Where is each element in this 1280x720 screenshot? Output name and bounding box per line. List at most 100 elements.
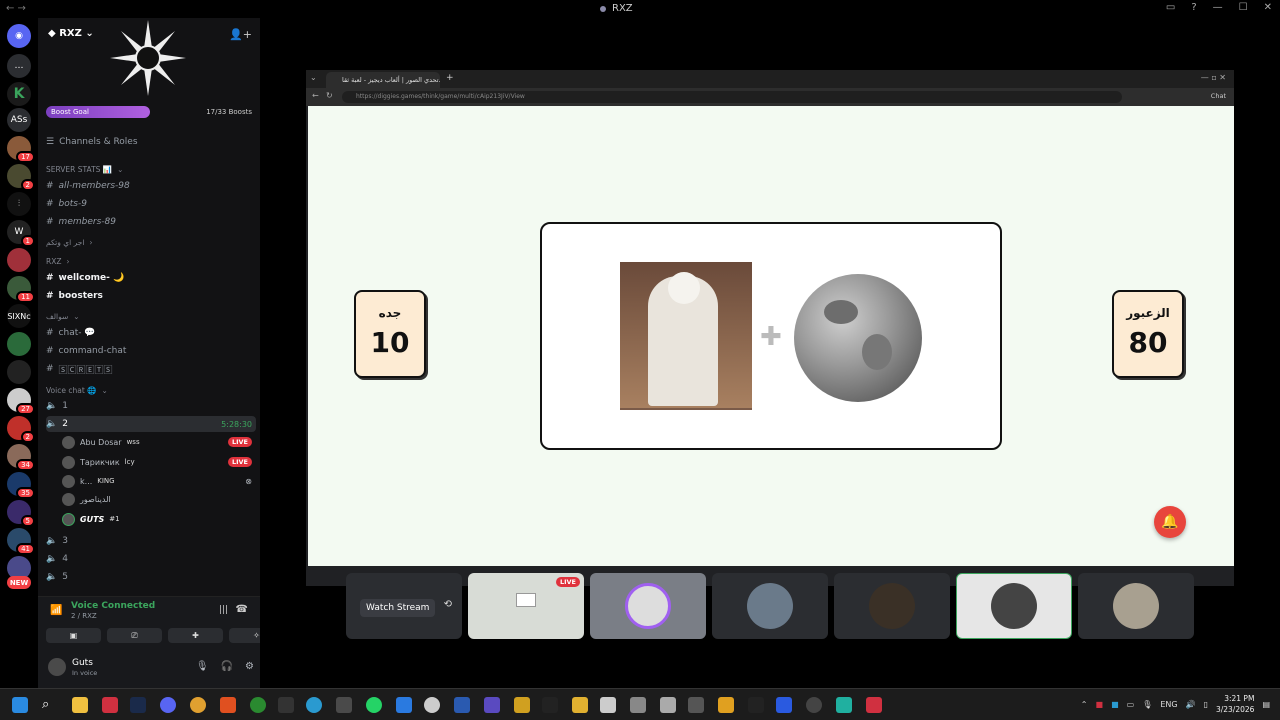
voice-channel-4[interactable]: 🔈 4 — [46, 551, 256, 567]
channel-boosters[interactable]: # boosters — [46, 288, 256, 304]
server-sixnc-icon[interactable]: SIXNc — [7, 304, 31, 328]
server-icon-10[interactable]: 2 — [7, 416, 35, 443]
notification-bell-icon[interactable]: 🔔 — [1154, 506, 1186, 538]
participant-tile[interactable] — [956, 573, 1072, 639]
server-icon-4[interactable]: W1 — [7, 220, 35, 247]
server-icon-7[interactable] — [7, 332, 31, 356]
voice-connected-title[interactable]: Voice Connected — [71, 601, 155, 611]
window-controls-icon[interactable]: — ▫ ✕ — [1201, 73, 1226, 82]
participant-tile[interactable] — [834, 573, 950, 639]
minimize-icon[interactable]: — — [1213, 2, 1223, 13]
capcut-icon[interactable] — [748, 697, 764, 713]
app-icon[interactable] — [572, 697, 588, 713]
app-icon[interactable] — [102, 697, 118, 713]
activities-button[interactable]: ✚ — [168, 628, 223, 643]
clock[interactable]: 3:21 PM 3/23/2026 — [1216, 693, 1254, 715]
server-ass-icon[interactable]: ASs — [7, 108, 31, 132]
server-icon-3[interactable]: ⫶ — [7, 192, 31, 216]
volume-icon[interactable]: 🔊 — [1186, 700, 1196, 709]
epic-games-icon[interactable] — [278, 697, 294, 713]
app-tray-icon[interactable]: ▭ — [1127, 700, 1135, 709]
server-icon-5[interactable] — [7, 248, 31, 272]
noise-icon[interactable]: ||| — [219, 605, 228, 615]
capcut-icon[interactable] — [542, 697, 558, 713]
server-icon-12[interactable]: 35 — [7, 472, 35, 499]
category-arabic-1[interactable]: اجر اي وتكم › — [46, 234, 256, 250]
app-tray-icon[interactable]: ■ — [1111, 700, 1119, 709]
microphone-icon[interactable]: 🎙 — [1142, 700, 1152, 709]
participant-tile[interactable] — [712, 573, 828, 639]
category-arabic-2[interactable]: سوالف ⌄ — [46, 308, 256, 324]
user-panel[interactable]: Guts In voice 🎙 🎧 ⚙ — [46, 655, 256, 681]
app-icon[interactable] — [514, 697, 530, 713]
app-icon[interactable] — [836, 697, 852, 713]
voice-user[interactable]: k... KING ⊗ — [62, 472, 252, 490]
url-field[interactable]: https://diggies.games/think/game/multi/c… — [342, 91, 1122, 103]
channel-all-members[interactable]: # all-members-98 — [46, 178, 256, 194]
voice-channel-2[interactable]: 🔈 2 5:28:30 — [46, 416, 256, 432]
edge-icon[interactable] — [306, 697, 322, 713]
copilot-chat-button[interactable]: Chat — [1211, 92, 1226, 100]
help-icon[interactable]: ? — [1191, 2, 1196, 13]
app-icon[interactable] — [600, 697, 616, 713]
microphone-icon[interactable]: 🎙 — [196, 661, 209, 672]
voice-channel-3[interactable]: 🔈 3 — [46, 533, 256, 549]
add-user-icon[interactable]: 👤+ — [229, 28, 252, 41]
dm-icon[interactable]: … — [7, 54, 31, 78]
maximize-icon[interactable]: ☐ — [1239, 2, 1248, 13]
stream-preview-icon[interactable]: ⟲ — [444, 599, 452, 610]
battery-icon[interactable]: ▯ — [1204, 700, 1208, 709]
new-tab-icon[interactable]: + — [446, 73, 454, 83]
voice-user[interactable]: Тарикчик lcy LIVE — [62, 453, 252, 471]
back-forward-icon[interactable]: ← → — [6, 3, 26, 14]
voice-channel-5[interactable]: 🔈 5 — [46, 569, 256, 585]
server-icon-8[interactable] — [7, 360, 31, 384]
voice-channel-path[interactable]: 2 / RXZ — [71, 612, 97, 620]
participant-tile[interactable] — [1078, 573, 1194, 639]
file-explorer-icon[interactable] — [72, 697, 88, 713]
boost-goal[interactable]: Boost Goal 17/33 Boosts — [46, 106, 252, 118]
app-icon[interactable] — [424, 697, 440, 713]
voice-channel-1[interactable]: 🔈 1 — [46, 398, 256, 414]
new-badge[interactable]: NEW — [7, 576, 31, 589]
channel-chat[interactable]: # chat- 💬 — [46, 325, 256, 341]
server-header[interactable]: ◆ RXZ ⌄ 👤+ Boost Goal 17/33 Boosts — [38, 18, 260, 128]
signal-icon[interactable]: 📶 — [50, 605, 62, 616]
participant-tile[interactable] — [590, 573, 706, 639]
server-icon-11[interactable]: 34 — [7, 444, 35, 471]
server-k-icon[interactable]: K — [7, 82, 31, 106]
app-icon[interactable] — [866, 697, 882, 713]
server-icon-14[interactable]: 41 — [7, 528, 35, 555]
browser-tab[interactable]: تحدي الصور | ألعاب ديجيز - لعبة ثقا... — [326, 72, 440, 88]
channel-secrets[interactable]: # 🅂🄲🅁🄴🅃🅂 — [46, 361, 256, 377]
server-icon-6[interactable]: 11 — [7, 276, 35, 303]
server-name[interactable]: ◆ RXZ ⌄ — [48, 28, 94, 39]
channel-wellcome[interactable]: # wellcome- 🌙 — [46, 270, 256, 286]
xbox-icon[interactable] — [250, 697, 266, 713]
channel-members[interactable]: # members-89 — [46, 214, 256, 230]
inbox-icon[interactable]: ▭ — [1166, 2, 1175, 13]
store-icon[interactable] — [336, 697, 352, 713]
app-icon[interactable] — [396, 697, 412, 713]
close-icon[interactable]: ✕ — [1264, 2, 1272, 13]
channel-bots[interactable]: # bots-9 — [46, 196, 256, 212]
search-icon[interactable]: ⌕ — [42, 697, 58, 713]
watch-stream-tile[interactable]: Watch Stream ⟲ — [346, 573, 462, 639]
server-icon-13[interactable]: 5 — [7, 500, 35, 527]
brave-icon[interactable] — [220, 697, 236, 713]
app-tray-icon[interactable]: ■ — [1096, 700, 1104, 709]
chrome-icon[interactable] — [190, 697, 206, 713]
category-voice-chat[interactable]: Voice chat 🌐 ⌄ — [46, 382, 256, 398]
whatsapp-icon[interactable] — [366, 697, 382, 713]
voice-user[interactable]: الديناصور — [62, 490, 252, 508]
watch-stream-button[interactable]: Watch Stream — [360, 599, 436, 617]
shared-browser-window[interactable]: ⌄ تحدي الصور | ألعاب ديجيز - لعبة ثقا...… — [306, 70, 1234, 586]
server-icon-9[interactable]: 27 — [7, 388, 35, 415]
user-avatar[interactable] — [48, 658, 66, 676]
steam-icon[interactable] — [130, 697, 146, 713]
app-icon[interactable] — [806, 697, 822, 713]
category-rxz[interactable]: RXZ › — [46, 253, 256, 269]
app-icon[interactable] — [484, 697, 500, 713]
server-icon-1[interactable]: 17 — [7, 136, 35, 163]
channel-command-chat[interactable]: # command-chat — [46, 343, 256, 359]
